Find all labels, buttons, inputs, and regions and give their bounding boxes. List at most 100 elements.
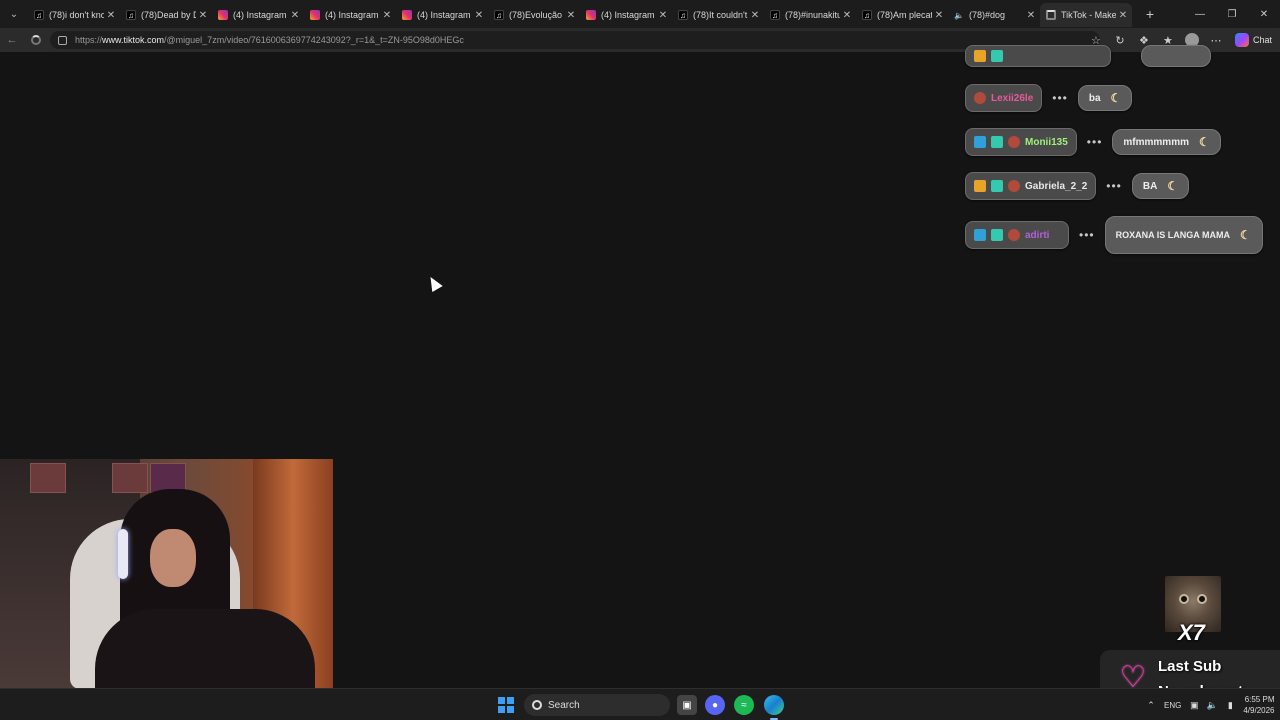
- tab-label: (78)Am plecat: [877, 10, 932, 20]
- windows-start-icon[interactable]: [498, 697, 514, 713]
- browser-tab[interactable]: ♫ (78)Dead by Da✕: [120, 3, 212, 27]
- task-view-icon[interactable]: ▣: [677, 695, 697, 715]
- tab-label: (78)Evolução e: [509, 10, 564, 20]
- tab-actions-chevron-icon[interactable]: ⌄: [0, 0, 28, 28]
- webcam-feed: [0, 459, 333, 688]
- browser-tab-strip: ⌄ ♫(78)i don't kno✕ ♫(78)Dead by Da✕ (4)…: [0, 0, 1280, 28]
- tab-label: (4) Instagram: [325, 10, 379, 20]
- close-tab-icon[interactable]: ✕: [288, 10, 302, 21]
- close-window-icon[interactable]: ✕: [1248, 0, 1280, 28]
- instagram-icon: [310, 10, 320, 20]
- clock-date: 4/9/2026: [1243, 706, 1275, 715]
- browser-tab[interactable]: (4) Instagram ✕: [212, 3, 304, 27]
- language-indicator[interactable]: ENG: [1164, 701, 1181, 710]
- subscriber-badge-icon: [991, 229, 1003, 241]
- browser-tab[interactable]: ♫ (78)#inunakitu ✕: [764, 3, 856, 27]
- crown-badge-icon: [974, 180, 986, 192]
- search-label: Search: [548, 699, 580, 711]
- chat-message-text: mfmmmmmm: [1123, 136, 1189, 148]
- minimize-icon[interactable]: —: [1184, 0, 1216, 28]
- user-avatar-icon: [1008, 136, 1020, 148]
- close-tab-icon[interactable]: ✕: [748, 10, 762, 21]
- monkey-eye: [1179, 594, 1189, 604]
- webcam-poster: [112, 463, 148, 493]
- volume-icon[interactable]: 🔈: [1207, 700, 1218, 710]
- chat-message-text: BA: [1142, 180, 1158, 192]
- browser-tab[interactable]: ♫ (78)Am plecat ✕: [856, 3, 948, 27]
- chat-user-pill: Monii135: [965, 128, 1077, 156]
- battery-icon[interactable]: ▮: [1225, 700, 1235, 710]
- clock[interactable]: 6:55 PM 4/9/2026: [1243, 694, 1274, 716]
- tiktok-icon: ♫: [494, 10, 504, 20]
- headset-icon: [118, 529, 128, 579]
- close-tab-icon[interactable]: ✕: [196, 10, 210, 21]
- address-bar[interactable]: https://www.tiktok.com/@miguel_7zm/video…: [50, 31, 1100, 49]
- stop-loading-button[interactable]: [24, 29, 48, 51]
- ellipsis-icon: •••: [1079, 228, 1095, 242]
- ellipsis-icon: •••: [1086, 135, 1103, 149]
- subscriber-badge-icon: [991, 180, 1003, 192]
- tiktok-icon: ♫: [770, 10, 780, 20]
- ellipsis-icon: •••: [1106, 179, 1122, 193]
- tiktok-icon: ♫: [678, 10, 688, 20]
- copilot-icon: [1234, 33, 1249, 47]
- browser-tab[interactable]: 🔈 (78)#dog ✕: [948, 3, 1040, 27]
- new-tab-plus-icon[interactable]: +: [1138, 2, 1162, 26]
- browser-tab[interactable]: (4) Instagram ✕: [304, 3, 396, 27]
- taskbar-search-box[interactable]: Search: [524, 694, 670, 716]
- search-icon: [532, 700, 542, 710]
- chat-user-pill: [965, 45, 1111, 67]
- close-tab-icon[interactable]: ✕: [472, 10, 486, 21]
- moderator-badge-icon: [974, 136, 986, 148]
- tab-label: TikTok - Make Y: [1061, 10, 1116, 20]
- back-arrow-icon[interactable]: ←: [0, 29, 24, 51]
- subscriber-badge-icon: [991, 136, 1003, 148]
- browser-tab[interactable]: (4) Instagram ✕: [396, 3, 488, 27]
- browser-tab[interactable]: ♫ (78)It couldn't ✕: [672, 3, 764, 27]
- moderator-badge-icon: [974, 229, 986, 241]
- tab-label: (78)i don't kno: [49, 10, 104, 20]
- chat-message: Gabriela_2_2 ••• BA ☾: [965, 172, 1190, 200]
- spotify-icon[interactable]: ≈: [734, 695, 754, 715]
- windows-taskbar: Search ▣ ● ≈ ⌃ ENG ▣ 🔈 ▮ 6:55 PM 4/9/2026: [0, 688, 1280, 720]
- chat-username: Gabriela_2_2: [1025, 180, 1088, 192]
- close-tab-icon[interactable]: ✕: [1024, 10, 1038, 21]
- url-host: www.tiktok.com: [102, 35, 165, 45]
- discord-icon[interactable]: ●: [705, 695, 725, 715]
- tiktok-icon: ♫: [126, 10, 136, 20]
- chat-message-text: ROXANA IS LANGA MAMA: [1115, 229, 1230, 240]
- chevron-up-icon[interactable]: ⌃: [1146, 700, 1156, 710]
- network-icon[interactable]: ▣: [1189, 700, 1199, 710]
- chat-message: adirti ••• ROXANA IS LANGA MAMA ☾: [965, 216, 1263, 254]
- instagram-icon: [218, 10, 228, 20]
- close-tab-icon[interactable]: ✕: [840, 10, 854, 21]
- subscriber-badge-icon: [991, 50, 1003, 62]
- close-tab-icon[interactable]: ✕: [104, 10, 118, 21]
- close-tab-icon[interactable]: ✕: [564, 10, 578, 21]
- last-sub-title: Last Sub: [1158, 658, 1222, 675]
- browser-tab[interactable]: (4) Instagram ✕: [580, 3, 672, 27]
- speaker-icon[interactable]: 🔈: [954, 10, 964, 20]
- close-tab-icon[interactable]: ✕: [1116, 10, 1130, 21]
- site-info-icon[interactable]: [58, 35, 67, 45]
- monkey-eye: [1197, 594, 1207, 604]
- copilot-chat-button[interactable]: Chat: [1231, 33, 1276, 47]
- chat-username: Monii135: [1025, 136, 1068, 148]
- close-tab-icon[interactable]: ✕: [380, 10, 394, 21]
- restore-icon[interactable]: ❐: [1216, 0, 1248, 28]
- close-tab-icon[interactable]: ✕: [932, 10, 946, 21]
- instagram-icon: [586, 10, 596, 20]
- user-avatar-icon: [974, 92, 986, 104]
- tab-label: (4) Instagram: [417, 10, 471, 20]
- edge-browser-icon[interactable]: [764, 695, 784, 720]
- close-tab-icon[interactable]: ✕: [656, 10, 670, 21]
- chat-message-bubble: ROXANA IS LANGA MAMA ☾: [1104, 216, 1263, 254]
- moon-icon: ☾: [1110, 91, 1122, 105]
- browser-tab-active[interactable]: TikTok - Make Y✕: [1040, 3, 1132, 27]
- moon-icon: ☾: [1167, 179, 1179, 193]
- chat-username: adirti: [1025, 229, 1050, 241]
- browser-tab[interactable]: ♫ (78)Evolução e ✕: [488, 3, 580, 27]
- emote-multiplier: X7: [1178, 620, 1205, 645]
- chat-user-pill: Lexii26le: [965, 84, 1043, 112]
- browser-tab[interactable]: ♫ (78)i don't kno ✕: [28, 3, 120, 27]
